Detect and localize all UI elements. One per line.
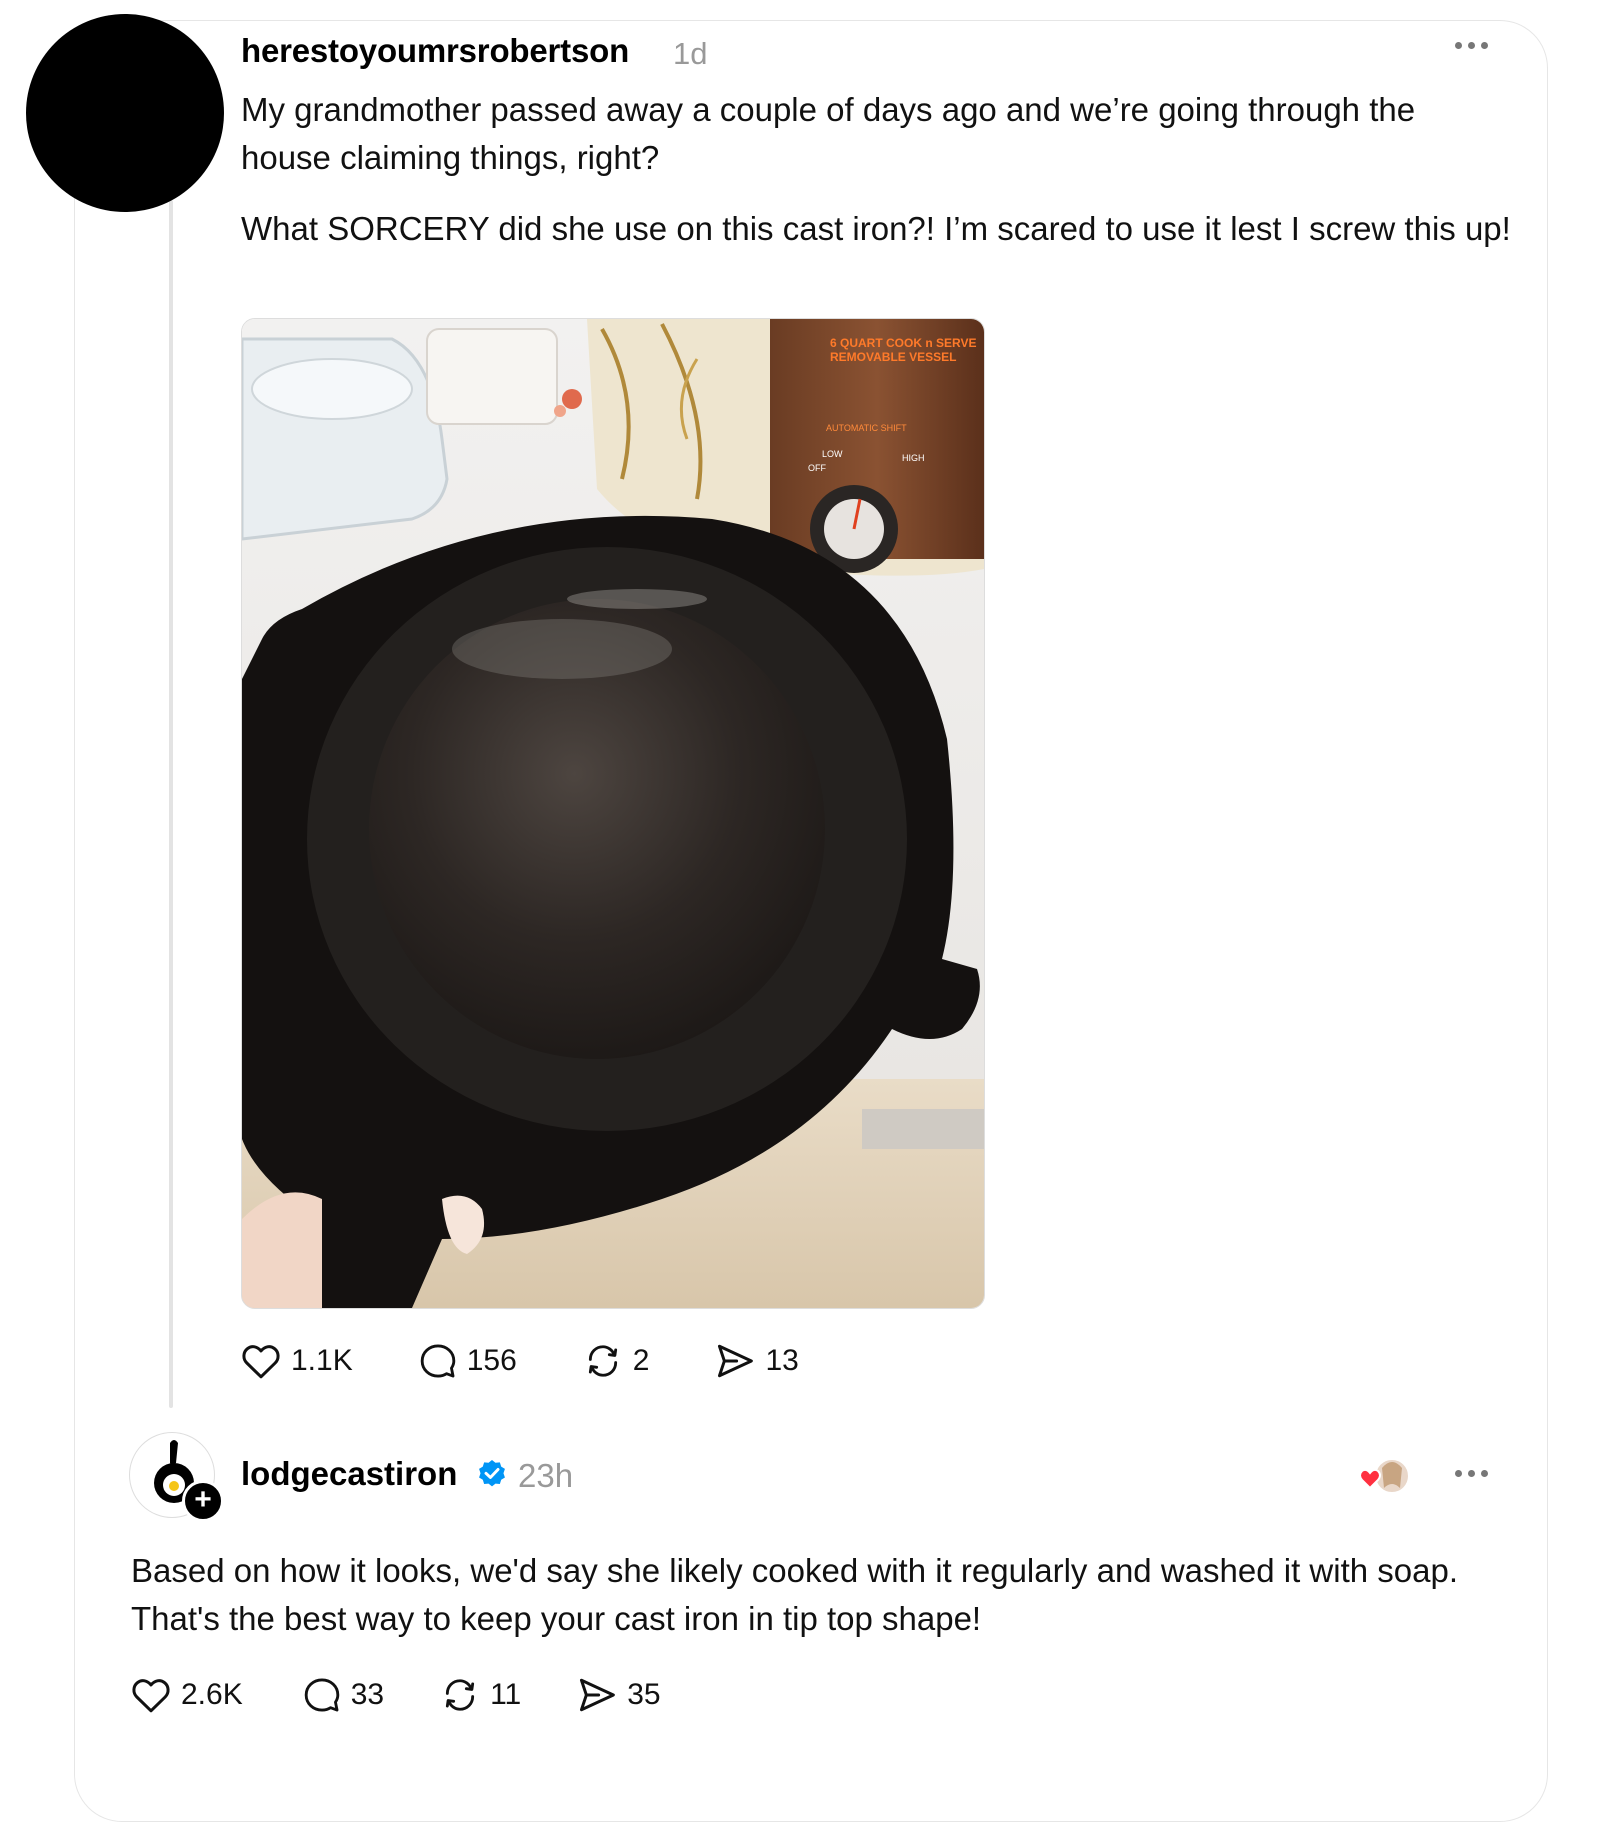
post-text-paragraph-1: My grandmother passed away a couple of d… [241, 91, 1416, 176]
heart-icon [132, 1679, 170, 1713]
reply-action-bar: 2.6K 33 11 35 [131, 1676, 661, 1714]
repost-button[interactable]: 2 [583, 1342, 650, 1380]
comment-icon [420, 1344, 455, 1378]
reply-comment-count: 33 [350, 1678, 385, 1711]
follow-plus-icon[interactable]: + [182, 1480, 224, 1522]
reply-timestamp[interactable]: 23h [518, 1457, 573, 1495]
verified-badge-icon [479, 1460, 505, 1487]
comment-button[interactable]: 156 [419, 1342, 517, 1380]
reply-text: Based on how it looks, we'd say she like… [131, 1552, 1458, 1637]
reply-repost-button[interactable]: 11 [440, 1676, 521, 1714]
repost-count: 2 [632, 1344, 650, 1377]
reply-like-button[interactable]: 2.6K [131, 1676, 243, 1714]
reply-author-username[interactable]: lodgecastiron [241, 1455, 457, 1493]
like-count: 1.1K [291, 1344, 353, 1377]
share-button[interactable]: 13 [715, 1343, 799, 1379]
heart-icon [242, 1345, 280, 1379]
more-options-icon[interactable] [1455, 42, 1488, 49]
like-button[interactable]: 1.1K [241, 1342, 353, 1380]
share-count: 13 [765, 1344, 799, 1377]
post-photo[interactable]: 6 QUART COOK n SERVE REMOVABLE VESSEL AU… [241, 318, 985, 1309]
cooker-label-2: REMOVABLE VESSEL [830, 350, 956, 364]
repost-icon [446, 1679, 475, 1711]
post-action-bar: 1.1K 156 2 13 [241, 1342, 799, 1380]
cooker-label-high: HIGH [902, 453, 925, 463]
cooker-label-low: LOW [822, 449, 843, 459]
reply-more-options-icon[interactable] [1455, 1470, 1488, 1477]
reply-comment-button[interactable]: 33 [303, 1676, 384, 1714]
repost-icon [588, 1345, 617, 1377]
comment-icon [304, 1678, 339, 1712]
reply-repost-count: 11 [490, 1678, 522, 1711]
reply-share-count: 35 [627, 1678, 661, 1711]
reply-share-button[interactable]: 35 [577, 1677, 661, 1713]
post-timestamp[interactable]: 1d [673, 36, 707, 72]
author-username[interactable]: herestoyoumrsrobertson [241, 32, 629, 70]
send-icon [718, 1344, 754, 1378]
author-avatar[interactable] [26, 14, 224, 212]
cooker-label-3: AUTOMATIC SHIFT [826, 423, 907, 433]
cooker-label-1: 6 QUART COOK n SERVE [830, 336, 976, 350]
liked-by-author-icon[interactable] [1356, 1454, 1412, 1498]
comment-count: 156 [466, 1344, 517, 1377]
cast-iron-skillet-photo: 6 QUART COOK n SERVE REMOVABLE VESSEL AU… [242, 319, 984, 1308]
send-icon [580, 1678, 616, 1712]
reply-like-count: 2.6K [181, 1678, 243, 1711]
post-text-paragraph-2: What SORCERY did she use on this cast ir… [241, 210, 1511, 247]
thread-line [169, 200, 173, 1408]
cooker-label-off: OFF [808, 463, 826, 473]
